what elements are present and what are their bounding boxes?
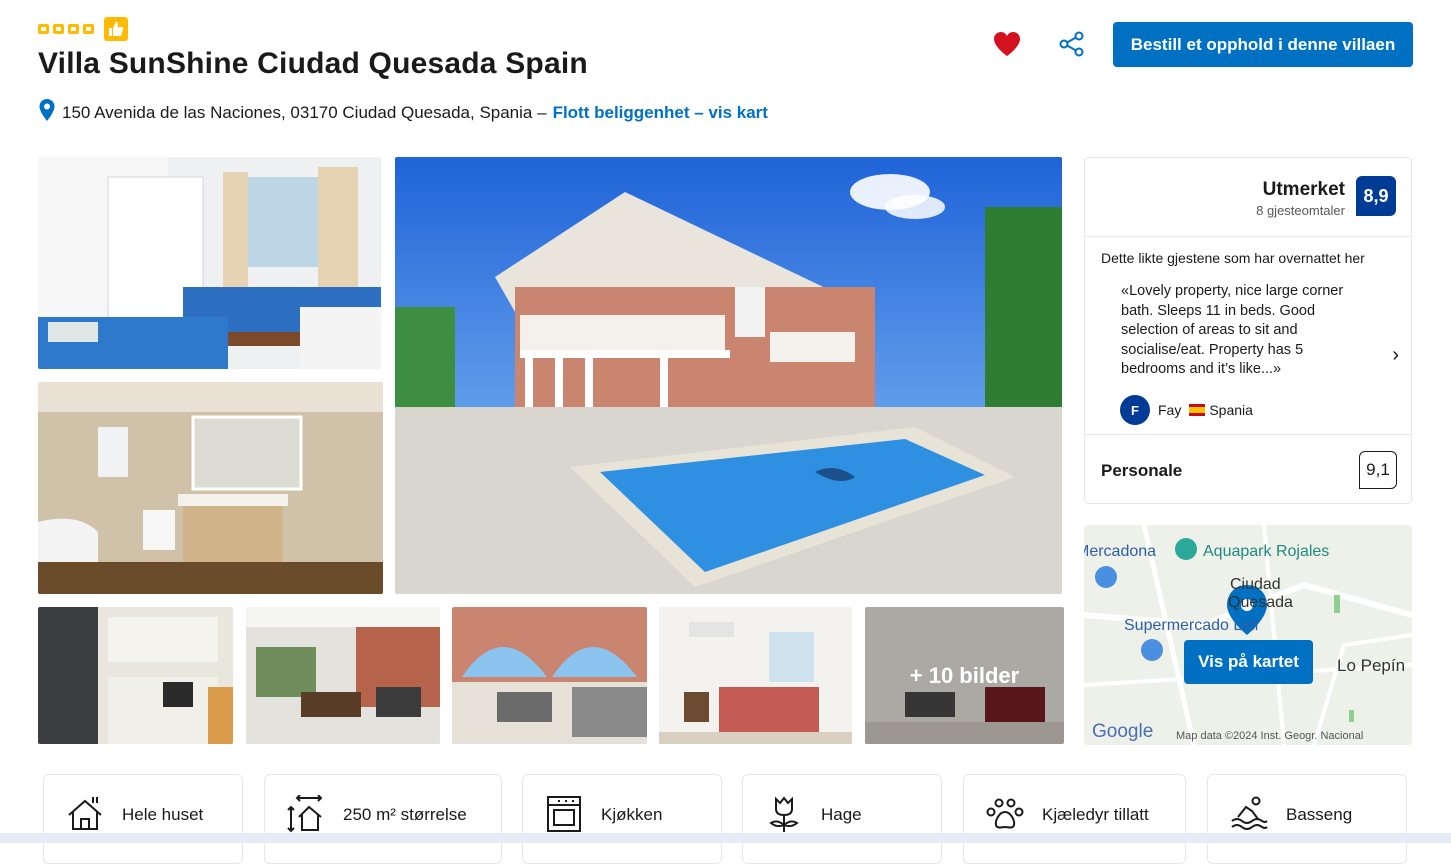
map-label-supermercado: Supermercado Lidl <box>1124 617 1259 634</box>
map-label-mercadona: Mercadona <box>1084 543 1157 560</box>
show-on-map-button[interactable]: Vis på kartet <box>1184 640 1313 684</box>
chevron-right-icon[interactable]: › <box>1392 344 1399 367</box>
map-attribution: Map data ©2024 Inst. Geogr. Nacional <box>1176 730 1364 742</box>
photo-terrace[interactable] <box>246 607 440 744</box>
google-logo: Google <box>1092 721 1154 742</box>
map-preview[interactable]: Mercadona Aquapark Rojales Ciudad Quesad… <box>1084 525 1412 745</box>
address-line: 150 Avenida de las Naciones, 03170 Ciuda… <box>38 98 768 127</box>
amenity-entire-house: Hele huset <box>43 774 243 864</box>
staff-score: 9,1 <box>1359 451 1397 489</box>
amenity-pets: Kjæledyr tillatt <box>963 774 1186 864</box>
amenity-label: Hele huset <box>122 805 204 824</box>
address-text: 150 Avenida de las Naciones, 03170 Ciuda… <box>62 102 547 122</box>
size-icon <box>287 794 325 838</box>
photo-bedroom[interactable] <box>38 157 381 369</box>
review-score-badge: 8,9 <box>1356 176 1396 216</box>
photo-bedroom-2[interactable] <box>659 607 852 744</box>
rating-word: Utmerket <box>1262 179 1345 200</box>
amenity-size: 250 m² størrelse <box>264 774 502 864</box>
amenity-label: Hage <box>821 805 862 824</box>
oven-icon <box>545 795 583 838</box>
star-rating <box>38 17 128 41</box>
map-label-lo-pepin: Lo Pepín <box>1337 656 1406 675</box>
star-icon <box>53 24 64 34</box>
photo-more[interactable]: + 10 bilder <box>865 607 1064 744</box>
thumbs-up-icon <box>104 17 128 41</box>
review-author: F Fay Spania <box>1120 395 1253 425</box>
amenity-label: Kjæledyr tillatt <box>1042 805 1149 824</box>
star-icon <box>68 24 79 34</box>
share-icon[interactable] <box>1058 30 1086 63</box>
author-country: Spania <box>1209 402 1253 418</box>
photo-bathroom[interactable] <box>38 382 383 594</box>
pool-icon <box>1230 795 1268 838</box>
paw-icon <box>986 795 1024 838</box>
author-name: Fay <box>1158 402 1182 418</box>
star-icon <box>38 24 49 34</box>
photo-kitchen[interactable] <box>38 607 233 744</box>
review-count: 8 gjesteomtaler <box>1256 203 1345 218</box>
review-summary[interactable]: Utmerket 8 gjesteomtaler 8,9 <box>1085 158 1411 237</box>
heart-icon[interactable] <box>992 30 1022 63</box>
house-icon <box>66 795 104 838</box>
amenity-pool: Basseng <box>1207 774 1407 864</box>
amenity-label: Kjøkken <box>601 805 663 824</box>
bottom-bar <box>0 833 1451 843</box>
divider <box>1085 434 1411 435</box>
more-photos-label[interactable]: + 10 bilder <box>865 607 1064 744</box>
staff-label: Personale <box>1101 461 1183 480</box>
amenity-garden: Hage <box>742 774 942 864</box>
review-card: Utmerket 8 gjesteomtaler 8,9 Dette likte… <box>1084 157 1412 504</box>
photo-villa-pool[interactable] <box>395 157 1062 594</box>
map-label-city-2: Quesada <box>1228 594 1293 611</box>
review-heading: Dette likte gjestene som har overnattet … <box>1101 250 1365 266</box>
show-map-link[interactable]: Flott beliggenhet – vis kart <box>553 103 768 123</box>
spain-flag-icon <box>1189 404 1206 416</box>
photo-porch[interactable] <box>452 607 647 744</box>
map-pin-icon <box>38 98 56 127</box>
flower-icon <box>765 795 803 838</box>
avatar: F <box>1120 395 1150 425</box>
page-title: Villa SunShine Ciudad Quesada Spain <box>38 47 588 80</box>
review-quote: «Lovely property, nice large corner bath… <box>1121 283 1344 377</box>
amenity-label: 250 m² størrelse <box>343 805 467 824</box>
map-label-city: Ciudad <box>1230 576 1281 593</box>
star-icon <box>83 24 94 34</box>
book-stay-button[interactable]: Bestill et opphold i denne villaen <box>1113 22 1413 67</box>
amenity-kitchen: Kjøkken <box>522 774 722 864</box>
amenity-label: Basseng <box>1286 805 1353 824</box>
map-label-aquapark: Aquapark Rojales <box>1203 543 1330 560</box>
